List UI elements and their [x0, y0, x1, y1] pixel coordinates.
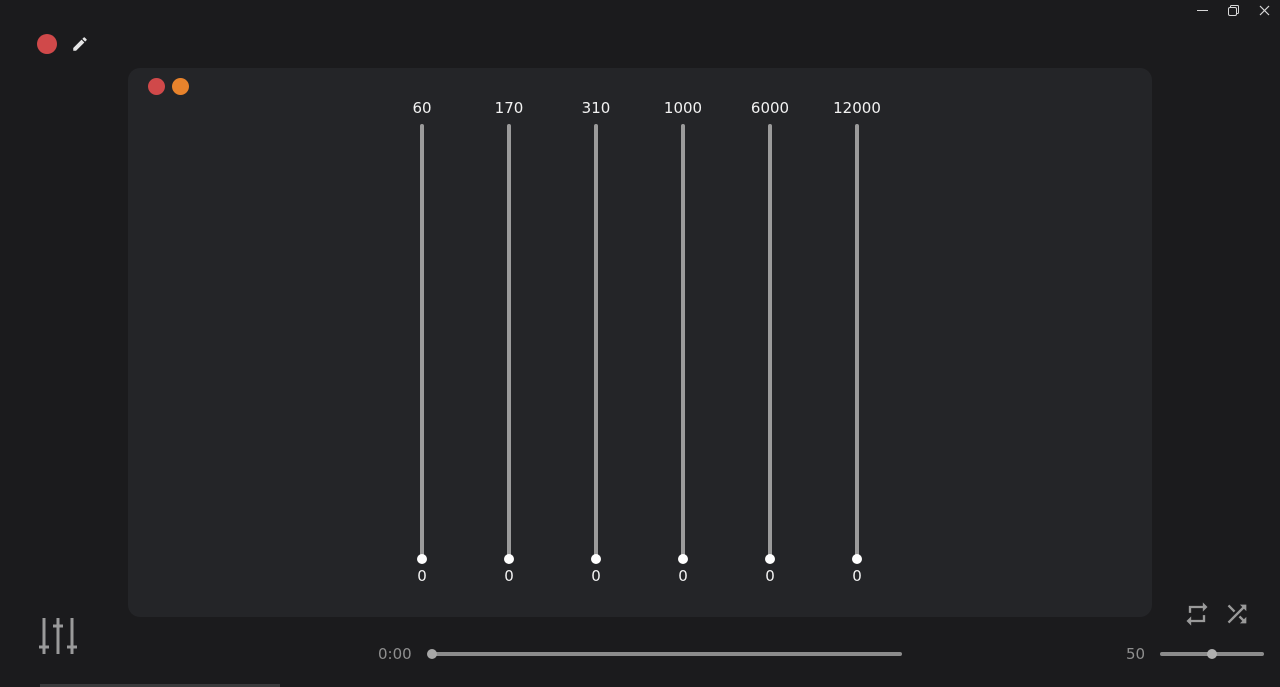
band-slider-thumb[interactable] — [504, 554, 514, 564]
band-frequency-label: 12000 — [833, 99, 881, 117]
window-controls — [1187, 0, 1280, 20]
progress-thumb[interactable] — [427, 649, 437, 659]
eq-band-60: 60 0 — [382, 68, 462, 617]
volume-value: 50 — [1126, 645, 1146, 663]
minimize-icon[interactable] — [1187, 0, 1218, 20]
close-icon[interactable] — [1249, 0, 1280, 20]
band-slider[interactable] — [855, 124, 859, 560]
band-slider-thumb[interactable] — [765, 554, 775, 564]
band-slider-thumb[interactable] — [591, 554, 601, 564]
band-gain-value: 0 — [591, 567, 601, 585]
band-slider-thumb[interactable] — [417, 554, 427, 564]
band-slider-thumb[interactable] — [852, 554, 862, 564]
orange-dot[interactable] — [172, 78, 189, 95]
band-gain-value: 0 — [678, 567, 688, 585]
restore-icon[interactable] — [1218, 0, 1249, 20]
eq-band-170: 170 0 — [469, 68, 549, 617]
band-gain-value: 0 — [417, 567, 427, 585]
shuffle-icon[interactable] — [1222, 600, 1252, 628]
equalizer-panel: 60 0 170 0 310 0 1000 0 6000 0 12000 0 — [128, 68, 1152, 617]
band-gain-value: 0 — [765, 567, 775, 585]
progress-slider[interactable] — [432, 652, 902, 656]
elapsed-time: 0:00 — [378, 645, 412, 663]
band-gain-value: 0 — [852, 567, 862, 585]
eq-band-310: 310 0 — [556, 68, 636, 617]
pencil-icon[interactable] — [71, 35, 89, 53]
band-frequency-label: 6000 — [750, 99, 790, 117]
band-slider[interactable] — [768, 124, 772, 560]
band-frequency-label: 310 — [581, 99, 611, 117]
band-frequency-label: 60 — [412, 99, 432, 117]
band-frequency-label: 1000 — [663, 99, 703, 117]
eq-band-1000: 1000 0 — [643, 68, 723, 617]
band-frequency-label: 170 — [494, 99, 524, 117]
red-dot[interactable] — [148, 78, 165, 95]
band-slider-thumb[interactable] — [678, 554, 688, 564]
band-slider[interactable] — [507, 124, 511, 560]
band-slider[interactable] — [681, 124, 685, 560]
equalizer-icon[interactable] — [38, 616, 78, 656]
equalizer-app: 60 0 170 0 310 0 1000 0 6000 0 12000 0 0:00 50 — [0, 0, 1280, 687]
repeat-icon[interactable] — [1183, 600, 1211, 628]
band-gain-value: 0 — [504, 567, 514, 585]
band-slider[interactable] — [420, 124, 424, 560]
band-slider[interactable] — [594, 124, 598, 560]
volume-thumb[interactable] — [1207, 649, 1217, 659]
record-dot-icon[interactable] — [37, 34, 57, 54]
eq-band-12000: 12000 0 — [817, 68, 897, 617]
eq-band-6000: 6000 0 — [730, 68, 810, 617]
